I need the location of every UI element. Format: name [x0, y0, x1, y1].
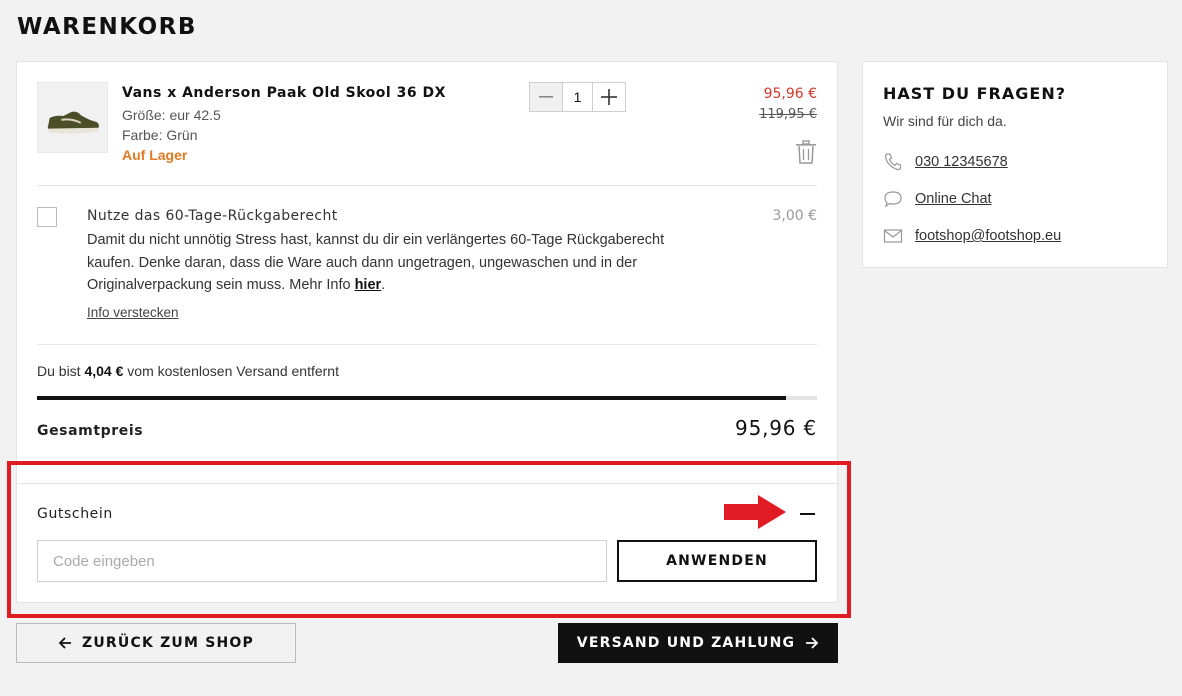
chat-link[interactable]: Online Chat — [915, 191, 992, 207]
product-size: Größe: eur 42.5 — [122, 107, 221, 123]
return-option-price: 3,00 € — [772, 208, 817, 224]
back-to-shop-button[interactable]: ZURÜCK ZUM SHOP — [16, 623, 296, 663]
product-name[interactable]: Vans x Anderson Paak Old Skool 36 DX — [122, 85, 446, 101]
quantity-stepper: 1 — [529, 82, 626, 112]
arrow-right-icon — [806, 637, 819, 649]
help-panel: HAST DU FRAGEN? Wir sind für dich da. 03… — [862, 61, 1168, 268]
page-title: WARENKORB — [17, 14, 197, 40]
voucher-label: Gutschein — [37, 506, 113, 522]
shipping-payment-button[interactable]: VERSAND UND ZAHLUNG — [558, 623, 838, 663]
chat-contact[interactable]: Online Chat — [883, 189, 992, 209]
trash-icon[interactable] — [795, 140, 817, 164]
arrow-left-icon — [58, 637, 72, 649]
price-original: 119,95 € — [759, 107, 817, 122]
phone-contact[interactable]: 030 12345678 — [883, 152, 1008, 172]
envelope-icon — [883, 229, 903, 243]
product-image[interactable] — [37, 82, 108, 153]
help-title: HAST DU FRAGEN? — [883, 84, 1066, 103]
apply-voucher-button[interactable]: ANWENDEN — [617, 540, 817, 582]
quantity-decrease-button[interactable] — [530, 83, 562, 111]
help-subtitle: Wir sind für dich da. — [883, 113, 1007, 129]
product-color: Farbe: Grün — [122, 127, 198, 143]
collapse-minus-icon[interactable] — [800, 513, 815, 515]
shoe-icon — [47, 111, 99, 134]
quantity-value[interactable]: 1 — [562, 83, 593, 111]
total-value: 95,96 € — [735, 416, 817, 440]
price-current: 95,96 € — [763, 86, 817, 102]
total-label: Gesamtpreis — [37, 423, 144, 439]
shipping-progress-bar — [37, 396, 817, 400]
plus-icon — [601, 89, 617, 105]
more-info-link[interactable]: hier — [355, 277, 382, 293]
return-option-description: Damit du nicht unnötig Stress hast, kann… — [87, 232, 665, 293]
cart-card: Vans x Anderson Paak Old Skool 36 DX Grö… — [16, 61, 838, 603]
phone-icon — [884, 153, 902, 171]
shipping-progress-fill — [37, 396, 786, 400]
divider — [37, 344, 817, 345]
quantity-increase-button[interactable] — [593, 83, 625, 111]
minus-icon — [539, 96, 553, 98]
shipping-remaining-amount: 4,04 € — [84, 363, 124, 379]
shipping-notice: Du bist 4,04 € vom kostenlosen Versand e… — [37, 363, 339, 379]
hide-info-link[interactable]: Info verstecken — [87, 305, 179, 320]
stock-status: Auf Lager — [122, 147, 188, 163]
chat-bubble-icon — [884, 191, 902, 208]
return-option-title: Nutze das 60-Tage-Rückgaberecht — [87, 208, 338, 224]
email-contact[interactable]: footshop@footshop.eu — [883, 226, 1061, 246]
return-option-checkbox[interactable] — [37, 207, 57, 227]
voucher-code-input[interactable] — [37, 540, 607, 582]
email-link[interactable]: footshop@footshop.eu — [915, 228, 1061, 244]
phone-link[interactable]: 030 12345678 — [915, 154, 1008, 170]
divider — [37, 185, 817, 186]
